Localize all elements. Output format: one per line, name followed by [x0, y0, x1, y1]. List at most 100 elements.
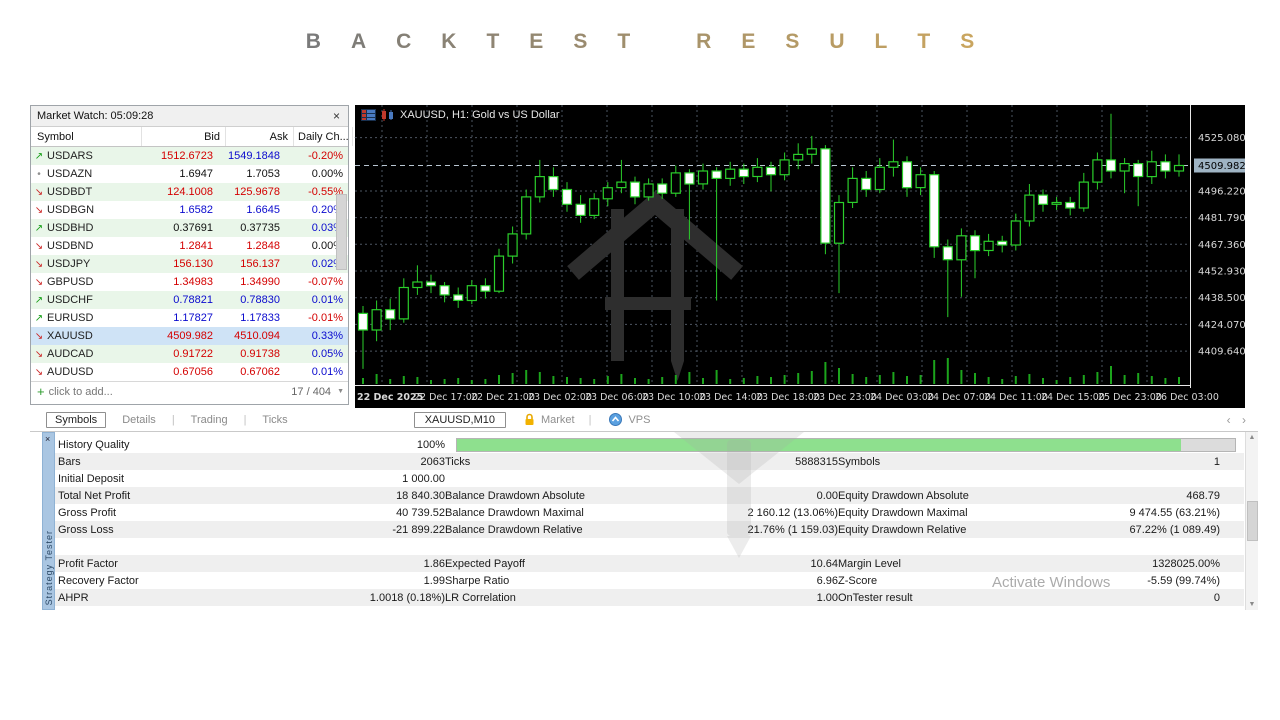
title-letter: B [306, 30, 321, 53]
ask-value: 1.17833 [218, 312, 285, 324]
metric-label: Balance Drawdown Relative [445, 524, 710, 536]
metric-value: 1 [1088, 456, 1220, 468]
tab-scroll-arrows[interactable]: ‹ › [1227, 413, 1250, 427]
metric-label: Equity Drawdown Maximal [838, 507, 1088, 519]
svg-text:4424.070: 4424.070 [1198, 320, 1245, 331]
market-watch-row[interactable]: ↘XAUUSD4509.9824510.0940.33% [31, 327, 348, 345]
svg-text:26 Dec 03:00: 26 Dec 03:00 [1155, 392, 1219, 403]
metric-value: 100% [303, 439, 445, 451]
title-letter: E [529, 30, 543, 53]
close-icon[interactable]: × [45, 435, 50, 444]
metric-value: 0 [1088, 592, 1220, 604]
market-watch-row[interactable]: ↘AUDUSD0.670560.670620.01% [31, 363, 348, 381]
svg-text:23 Dec 06:00: 23 Dec 06:00 [585, 392, 649, 403]
column-ask[interactable]: Ask [226, 127, 294, 146]
market-watch-row[interactable]: ↘GBPUSD1.349831.34990-0.07% [31, 273, 348, 291]
svg-text:4467.360: 4467.360 [1198, 240, 1245, 251]
trend-down-icon: ↘ [31, 241, 47, 252]
tab-trading[interactable]: Trading [183, 413, 236, 427]
symbol-name: USDCHF [47, 294, 135, 306]
trend-flat-icon: • [31, 169, 47, 180]
chart-title: XAUUSD, H1: Gold vs US Dollar [400, 109, 560, 121]
column-bid[interactable]: Bid [142, 127, 226, 146]
market-watch-row[interactable]: ↘USDJPY156.130156.1370.02% [31, 255, 348, 273]
strategy-tester-label: Strategy Tester [44, 530, 54, 605]
metric-value: 1328025.00% [1088, 558, 1220, 570]
metric-label: Sharpe Ratio [445, 575, 710, 587]
tab-details[interactable]: Details [114, 413, 164, 427]
column-symbol[interactable]: Symbol [31, 127, 142, 146]
title-letter: S [785, 30, 799, 53]
tab-chart-xauusd-m10[interactable]: XAUUSD,M10 [414, 412, 506, 428]
scroll-down-icon[interactable]: ▼ [1249, 601, 1256, 608]
market-watch-row[interactable]: ↘USDBND1.28411.28480.00% [31, 237, 348, 255]
symbol-name: USDBGN [47, 204, 135, 216]
chart-panel[interactable]: 4525.0804496.2204481.7904467.3604452.930… [355, 105, 1245, 408]
daily-change-value: 0.01% [285, 366, 347, 378]
svg-text:23 Dec 18:00: 23 Dec 18:00 [756, 392, 820, 403]
metric-value: 2063 [303, 456, 445, 468]
title-letter: T [486, 30, 499, 53]
chart-list-icon[interactable] [361, 109, 376, 121]
title-letter: E [741, 30, 755, 53]
add-symbol-label[interactable]: click to add... [49, 386, 113, 398]
tab-symbols[interactable]: Symbols [46, 412, 106, 428]
bid-value: 1.2841 [135, 240, 218, 252]
symbol-name: USDAZN [47, 168, 135, 180]
tab-ticks[interactable]: Ticks [254, 413, 295, 427]
market-watch-row[interactable]: ↘USDBDT124.1008125.9678-0.55% [31, 183, 348, 201]
close-icon[interactable]: × [331, 109, 342, 123]
title-letter: S [960, 30, 974, 53]
metric-value: 67.22% (1 089.49) [1088, 524, 1220, 536]
market-button[interactable]: Market [524, 413, 575, 426]
tester-result-row: Gross Loss-21 899.22Balance Drawdown Rel… [55, 521, 1244, 538]
market-watch-row[interactable]: ↗USDBHD0.376910.377350.03% [31, 219, 348, 237]
bid-value: 0.78821 [135, 294, 218, 306]
market-watch-row[interactable]: ↗USDCHF0.788210.788300.01% [31, 291, 348, 309]
history-quality-progress-bar [456, 438, 1236, 452]
metric-label: Margin Level [838, 558, 1088, 570]
title-letter: U [829, 30, 844, 53]
ask-value: 1.7053 [218, 168, 285, 180]
ask-value: 1.34990 [218, 276, 285, 288]
market-watch-row[interactable]: ↘AUDCAD0.917220.917380.05% [31, 345, 348, 363]
vps-button[interactable]: VPS [609, 413, 650, 426]
table-spacer-row [55, 538, 1244, 555]
metric-label: History Quality [58, 439, 303, 451]
metric-value: 1.00 [710, 592, 838, 604]
metric-value: 18 840.30 [303, 490, 445, 502]
metric-label: LR Correlation [445, 592, 710, 604]
column-daily-change[interactable]: Daily Ch... [294, 127, 353, 146]
market-watch-header: Market Watch: 05:09:28 × [31, 106, 348, 127]
trend-down-icon: ↘ [31, 187, 47, 198]
market-watch-row[interactable]: ↘USDBGN1.65821.66450.20% [31, 201, 348, 219]
ask-value: 0.37735 [218, 222, 285, 234]
market-label: Market [541, 414, 575, 426]
bottom-tab-band: Symbols Details | Trading | Ticks XAUUSD… [30, 408, 1258, 432]
daily-change-value: -0.01% [285, 312, 347, 324]
candlestick-chart[interactable]: 4525.0804496.2204481.7904467.3604452.930… [355, 105, 1245, 408]
add-symbol-icon[interactable]: + [31, 384, 49, 399]
title-letter: R [696, 30, 711, 53]
tab-separator: | [244, 414, 247, 426]
metric-label: Symbols [838, 456, 1088, 468]
market-watch-footer: + click to add... 17 / 404 ▼ [31, 381, 348, 401]
market-watch-row[interactable]: ↗EURUSD1.178271.17833-0.01% [31, 309, 348, 327]
tester-scrollbar-thumb[interactable] [1247, 501, 1258, 541]
metric-label: Gross Loss [58, 524, 303, 536]
metric-value: 1.86 [303, 558, 445, 570]
metric-value: 5888315 [710, 456, 838, 468]
scroll-up-icon[interactable]: ▲ [1249, 434, 1256, 441]
chart-type-icon[interactable] [381, 109, 395, 121]
market-watch-tabs: Symbols Details | Trading | Ticks [46, 412, 296, 428]
market-watch-row[interactable]: •USDAZN1.69471.70530.00% [31, 165, 348, 183]
market-watch-rows: ↗USDARS1512.67231549.1848-0.20%•USDAZN1.… [31, 147, 348, 381]
market-watch-row[interactable]: ↗USDARS1512.67231549.1848-0.20% [31, 147, 348, 165]
tester-scrollbar[interactable]: ▲ ▼ [1245, 432, 1258, 610]
ask-value: 156.137 [218, 258, 285, 270]
symbol-name: USDBND [47, 240, 135, 252]
scroll-down-icon[interactable]: ▼ [337, 388, 348, 395]
trend-up-icon: ↗ [31, 313, 47, 324]
market-watch-scrollbar-thumb[interactable] [336, 194, 347, 270]
metric-label: Balance Drawdown Absolute [445, 490, 710, 502]
